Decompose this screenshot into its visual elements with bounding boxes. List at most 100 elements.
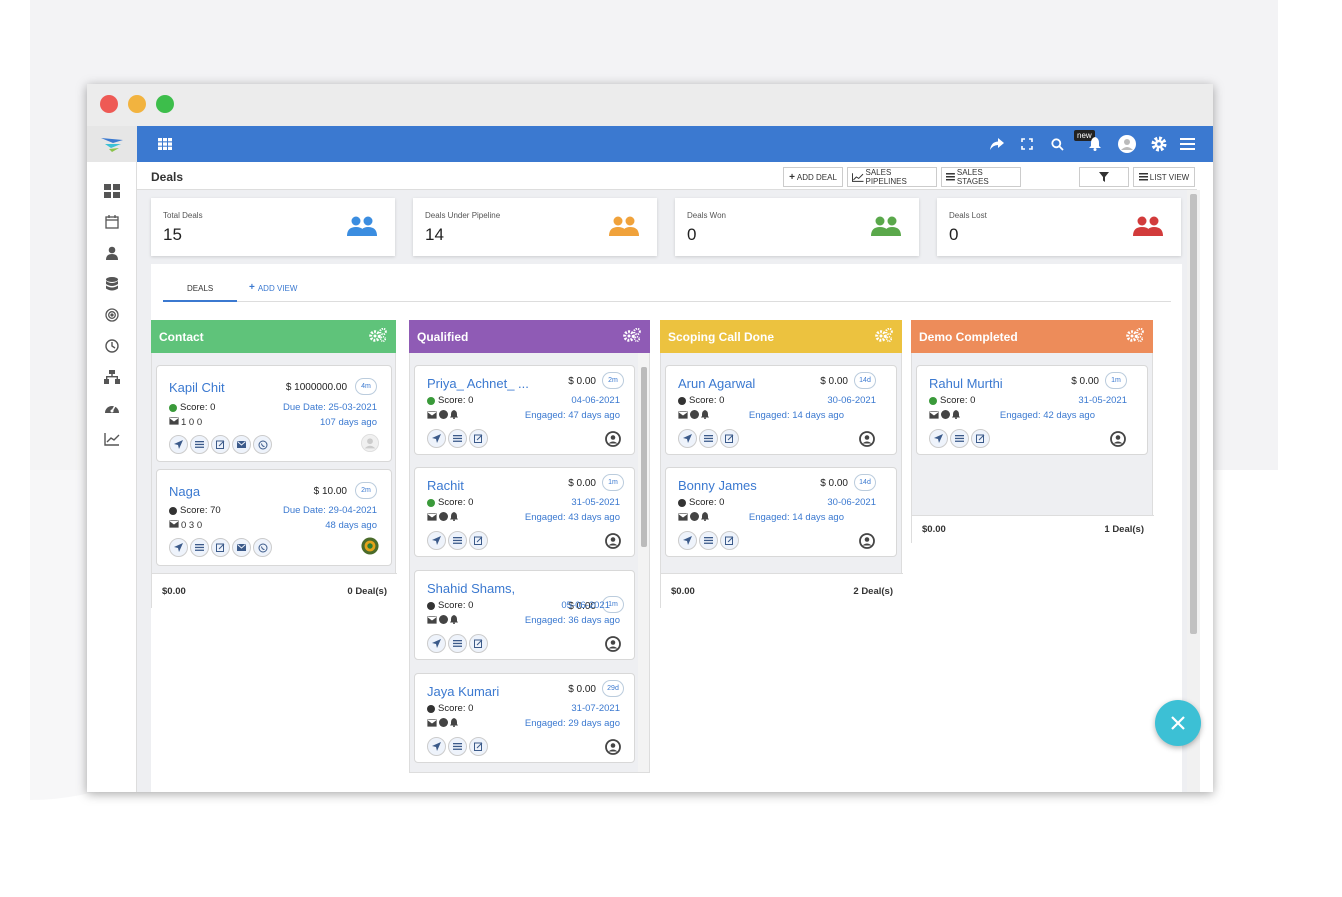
page-scrollbar-thumb[interactable]	[1190, 194, 1197, 634]
scrollbar-thumb[interactable]	[641, 367, 647, 547]
app-logo[interactable]	[87, 126, 137, 162]
hamburger-menu-icon[interactable]	[1177, 134, 1197, 154]
owner-icon[interactable]	[604, 635, 622, 653]
profile-avatar-icon[interactable]	[1117, 134, 1137, 154]
minimize-window-button[interactable]	[128, 95, 146, 113]
edit-icon[interactable]	[211, 538, 230, 557]
sitemap-icon[interactable]	[101, 366, 123, 388]
send-icon[interactable]	[427, 634, 446, 653]
note-icon[interactable]	[448, 634, 467, 653]
send-icon[interactable]	[427, 429, 446, 448]
note-icon[interactable]	[699, 429, 718, 448]
deal-card[interactable]: Bonny James $ 0.00 14d Score: 0 30-06-20…	[665, 467, 897, 557]
line-chart-icon[interactable]	[101, 428, 123, 450]
deal-name[interactable]: Bonny James	[678, 478, 757, 493]
email-icon[interactable]	[232, 435, 251, 454]
whatsapp-icon[interactable]	[253, 538, 272, 557]
edit-icon[interactable]	[720, 429, 739, 448]
score-dot	[427, 396, 435, 405]
deal-card[interactable]: Kapil Chit $ 1000000.00 4m Score: 0 Due …	[156, 365, 392, 462]
calendar-icon[interactable]	[101, 211, 123, 233]
edit-icon[interactable]	[469, 429, 488, 448]
deal-name[interactable]: Naga	[169, 484, 200, 499]
fullscreen-icon[interactable]	[1017, 134, 1037, 154]
list-view-button[interactable]: LIST VIEW	[1133, 167, 1195, 187]
note-icon[interactable]	[190, 538, 209, 557]
note-icon[interactable]	[950, 429, 969, 448]
maximize-window-button[interactable]	[156, 95, 174, 113]
send-icon[interactable]	[427, 737, 446, 756]
add-view-button[interactable]: + ADD VIEW	[249, 283, 297, 294]
deal-engaged: 107 days ago	[319, 417, 377, 428]
target-icon[interactable]	[101, 304, 123, 326]
search-icon[interactable]	[1047, 134, 1067, 154]
deal-card[interactable]: Shahid Shams, $ 0.00 1m Score: 0 05-06-2…	[414, 570, 635, 660]
column-settings-gear-icon[interactable]	[623, 327, 641, 345]
dashboard-icon[interactable]	[101, 180, 123, 202]
note-icon[interactable]	[699, 531, 718, 550]
owner-icon[interactable]	[1109, 430, 1127, 448]
deal-name[interactable]: Arun Agarwal	[678, 376, 755, 391]
column-settings-gear-icon[interactable]	[875, 327, 893, 345]
bell-icon[interactable]	[1085, 134, 1105, 154]
page-scrollbar[interactable]	[1187, 190, 1200, 792]
email-icon[interactable]	[232, 538, 251, 557]
bell-icon	[701, 512, 709, 524]
user-icon[interactable]	[101, 242, 123, 264]
deal-card[interactable]: Jaya Kumari $ 0.00 29d Score: 0 31-07-20…	[414, 673, 635, 763]
deal-card[interactable]: Rahul Murthi $ 0.00 1m Score: 0 31-05-20…	[916, 365, 1148, 455]
note-icon[interactable]	[190, 435, 209, 454]
send-icon[interactable]	[678, 531, 697, 550]
deal-name[interactable]: Jaya Kumari	[427, 684, 499, 699]
note-icon[interactable]	[448, 531, 467, 550]
close-fab-button[interactable]	[1155, 700, 1201, 746]
deal-name[interactable]: Kapil Chit	[169, 380, 225, 395]
edit-icon[interactable]	[469, 634, 488, 653]
gauge-icon[interactable]	[101, 397, 123, 419]
send-icon[interactable]	[169, 435, 188, 454]
bell-icon	[701, 410, 709, 422]
send-icon[interactable]	[427, 531, 446, 550]
column-scrollbar[interactable]	[638, 353, 649, 772]
deal-card[interactable]: Arun Agarwal $ 0.00 14d Score: 0 30-06-2…	[665, 365, 897, 455]
database-icon[interactable]	[101, 273, 123, 295]
owner-icon[interactable]	[858, 430, 876, 448]
column-settings-gear-icon[interactable]	[1126, 327, 1144, 345]
deal-name[interactable]: Rachit	[427, 478, 464, 493]
deal-name[interactable]: Shahid Shams,	[427, 581, 515, 596]
deal-card[interactable]: Naga $ 10.00 2m Score: 70 Due Date: 29-0…	[156, 469, 392, 566]
whatsapp-icon[interactable]	[253, 435, 272, 454]
share-icon[interactable]	[987, 134, 1007, 154]
clock-icon[interactable]	[101, 335, 123, 357]
owner-avatar[interactable]	[361, 434, 379, 452]
owner-icon[interactable]	[604, 738, 622, 756]
edit-icon[interactable]	[720, 531, 739, 550]
owner-avatar[interactable]	[361, 537, 379, 555]
add-deal-button[interactable]: + ADD DEAL	[783, 167, 843, 187]
edit-icon[interactable]	[469, 531, 488, 550]
edit-icon[interactable]	[469, 737, 488, 756]
send-icon[interactable]	[929, 429, 948, 448]
column-settings-gear-icon[interactable]	[369, 327, 387, 345]
close-window-button[interactable]	[100, 95, 118, 113]
note-icon[interactable]	[448, 429, 467, 448]
deal-name[interactable]: Priya_ Achnet_ ...	[427, 376, 529, 391]
owner-icon[interactable]	[604, 430, 622, 448]
deal-card[interactable]: Rachit $ 0.00 1m Score: 0 31-05-2021 Eng…	[414, 467, 635, 557]
filter-button[interactable]	[1079, 167, 1129, 187]
settings-gear-icon[interactable]	[1149, 134, 1169, 154]
deal-card[interactable]: Priya_ Achnet_ ... $ 0.00 2m Score: 0 04…	[414, 365, 635, 455]
note-icon[interactable]	[448, 737, 467, 756]
deal-name[interactable]: Rahul Murthi	[929, 376, 1003, 391]
deal-actions	[427, 429, 488, 448]
sales-pipelines-button[interactable]: SALES PIPELINES	[847, 167, 937, 187]
sales-stages-button[interactable]: SALES STAGES	[941, 167, 1021, 187]
edit-icon[interactable]	[211, 435, 230, 454]
apps-grid-icon[interactable]	[155, 134, 175, 154]
owner-icon[interactable]	[604, 532, 622, 550]
send-icon[interactable]	[678, 429, 697, 448]
tab-deals[interactable]: DEALS	[187, 284, 213, 293]
edit-icon[interactable]	[971, 429, 990, 448]
send-icon[interactable]	[169, 538, 188, 557]
owner-icon[interactable]	[858, 532, 876, 550]
